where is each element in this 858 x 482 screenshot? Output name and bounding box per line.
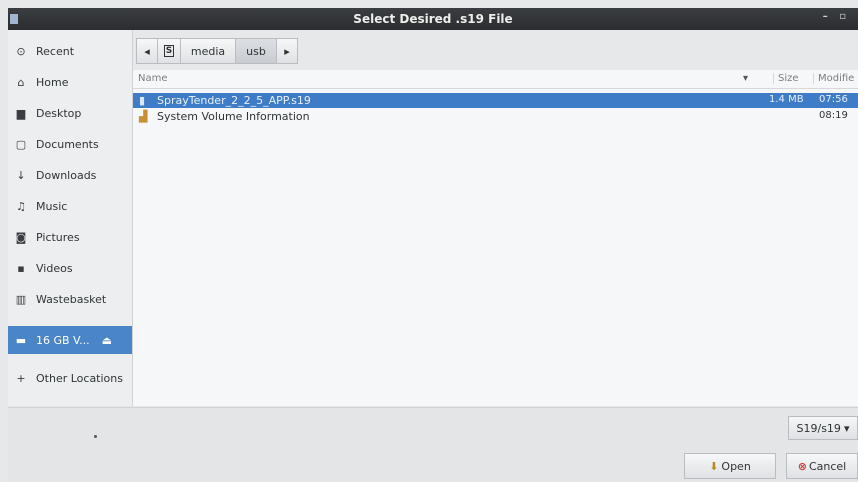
file-name: SprayTender_2_2_5_APP.s19 (157, 94, 311, 107)
chevron-down-icon: ▾ (843, 421, 850, 435)
sidebar-item-home[interactable]: ⌂ Home (8, 69, 132, 95)
file-list-header: Name ▾ Size Modifie (133, 70, 858, 89)
window-controls[interactable]: – ▫ (823, 11, 850, 22)
sidebar-item-label: Music (36, 199, 68, 213)
chevron-right-icon: ▸ (284, 44, 290, 58)
music-icon: ♫ (16, 199, 26, 213)
sort-arrow-icon[interactable]: ▾ (743, 73, 748, 84)
sidebar-item-wastebasket[interactable]: ▥ Wastebasket (8, 286, 132, 312)
sidebar-item-label: Desktop (36, 106, 82, 120)
eject-icon[interactable]: ⏏ (102, 334, 112, 347)
sidebar-item-label: Recent (36, 44, 75, 58)
column-size[interactable]: Size (773, 73, 799, 84)
window-menu-icon[interactable] (10, 14, 18, 24)
folder-icon: ▟ (139, 110, 148, 123)
filter-value: S19/s19 (796, 421, 841, 435)
places-sidebar: ⊙ Recent ⌂ Home ▆ Desktop ▢ Documents ↓ … (8, 30, 133, 406)
title-bar: Select Desired .s19 File – ▫ (8, 8, 858, 30)
sidebar-item-downloads[interactable]: ↓ Downloads (8, 162, 132, 188)
sidebar-item-music[interactable]: ♫ Music (8, 193, 132, 219)
plus-icon: + (16, 371, 26, 385)
file-modified: 08:19 (819, 110, 848, 121)
column-name[interactable]: Name (138, 73, 168, 84)
home-icon: ⌂ (17, 75, 25, 89)
sidebar-item-label: 16 GB V... (36, 333, 90, 347)
sidebar-item-documents[interactable]: ▢ Documents (8, 131, 132, 157)
crumb-label: usb (246, 44, 266, 58)
file-list: Name ▾ Size Modifie ▮ SprayTender_2_2_5_… (133, 70, 858, 406)
sidebar-item-label: Videos (36, 261, 73, 275)
video-icon: ▪ (17, 261, 25, 275)
sidebar-item-label: Other Locations (36, 371, 123, 385)
document-icon: ▢ (15, 137, 27, 151)
crumb-label: media (190, 44, 226, 58)
sidebar-item-other-locations[interactable]: + Other Locations (8, 365, 132, 391)
download-icon: ↓ (16, 168, 26, 182)
file-size: 1.4 MB (769, 94, 804, 105)
sidebar-item-label: Documents (36, 137, 99, 151)
sidebar-item-label: Downloads (36, 168, 97, 182)
open-label: Open (721, 459, 751, 473)
file-icon: ▮ (139, 94, 146, 107)
file-name: System Volume Information (157, 110, 310, 123)
dot-mark (94, 435, 97, 438)
file-type-filter[interactable]: S19/s19 ▾ (788, 416, 858, 440)
camera-icon: ◙ (15, 230, 27, 244)
sidebar-item-usb-drive[interactable]: ▬ 16 GB V... ⏏ (8, 326, 132, 354)
sidebar-item-recent[interactable]: ⊙ Recent (8, 38, 132, 64)
folder-icon: ▆ (16, 106, 26, 120)
table-row[interactable]: ▮ SprayTender_2_2_5_APP.s19 1.4 MB 07:56 (133, 93, 858, 108)
sidebar-item-desktop[interactable]: ▆ Desktop (8, 100, 132, 126)
clock-icon: ⊙ (16, 44, 26, 58)
table-row[interactable]: ▟ System Volume Information 08:19 (133, 109, 858, 124)
drive-icon: S (163, 45, 175, 57)
sidebar-item-label: Wastebasket (36, 292, 107, 306)
window-title: Select Desired .s19 File (353, 12, 513, 26)
column-modified[interactable]: Modifie (813, 73, 854, 84)
open-button[interactable]: ⬇ Open (684, 453, 776, 479)
cancel-label: Cancel (808, 459, 847, 473)
path-forward-button[interactable]: ▸ (276, 38, 298, 64)
path-crumb-media[interactable]: media (180, 38, 236, 64)
path-crumb-usb[interactable]: usb (235, 38, 277, 64)
path-back-button[interactable]: ◂ (136, 38, 158, 64)
sidebar-item-label: Home (36, 75, 69, 89)
path-root-button[interactable]: S (157, 38, 181, 64)
open-icon: ⬇ (709, 459, 719, 473)
cancel-icon: ⊗ (797, 459, 807, 473)
path-bar: ◂ S media usb ▸ (136, 38, 298, 64)
chevron-left-icon: ◂ (144, 44, 150, 58)
file-modified: 07:56 (819, 94, 848, 105)
sidebar-item-pictures[interactable]: ◙ Pictures (8, 224, 132, 250)
sidebar-item-videos[interactable]: ▪ Videos (8, 255, 132, 281)
cancel-button[interactable]: ⊗ Cancel (786, 453, 858, 479)
trash-icon: ▥ (15, 292, 27, 306)
sidebar-item-label: Pictures (36, 230, 80, 244)
drive-icon: ▬ (15, 333, 27, 347)
